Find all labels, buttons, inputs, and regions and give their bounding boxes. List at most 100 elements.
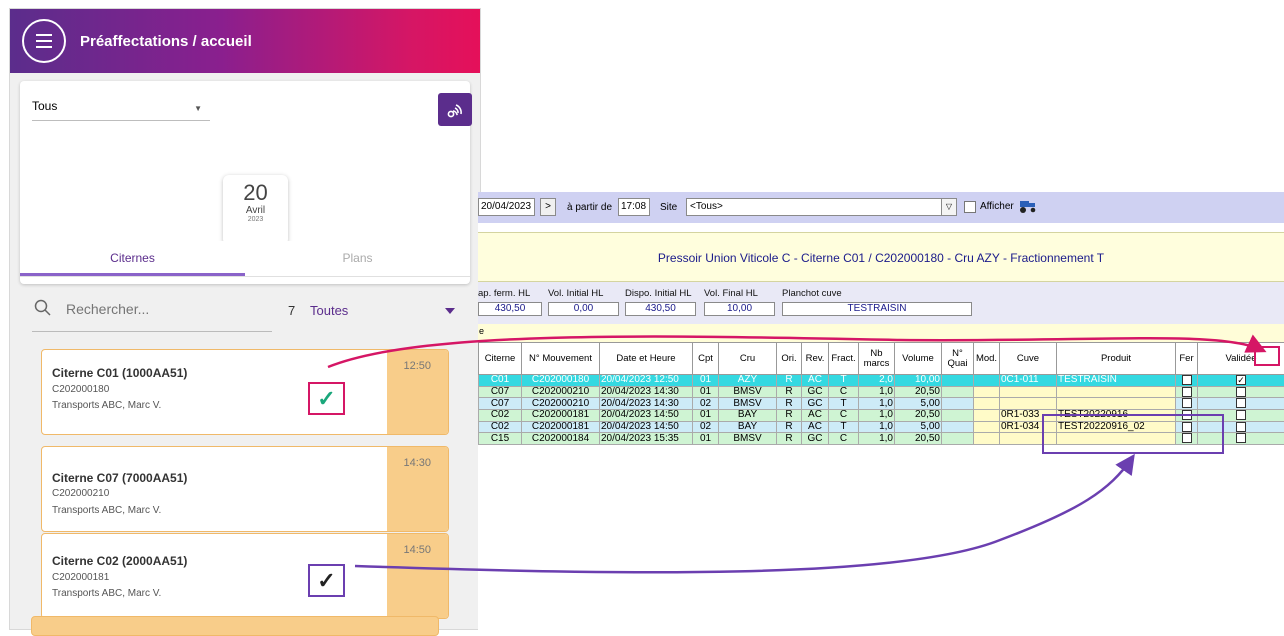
list-item[interactable]: 12:50 Citerne C01 (1000AA51) C202000180 …: [41, 349, 449, 435]
column-header[interactable]: N° Mouvement: [522, 343, 600, 375]
validated-checkbox[interactable]: [1236, 398, 1246, 408]
table-cell-ori: R: [777, 386, 802, 398]
table-cell-quai: [942, 386, 974, 398]
field-value[interactable]: 430,50: [625, 302, 696, 316]
toolbar: 20/04/2023 > à partir de 17:08 Site <Tou…: [478, 192, 1284, 223]
column-header[interactable]: Volume: [895, 343, 942, 375]
date-badge[interactable]: 20 Avril 2023: [223, 175, 288, 245]
table-cell-produit: [1057, 386, 1176, 398]
validated-check-icon[interactable]: ✓: [308, 382, 345, 415]
table-cell-ori: R: [777, 421, 802, 433]
caret-down-icon: ▼: [194, 104, 202, 113]
column-header[interactable]: Nb marcs: [859, 343, 895, 375]
tab-citernes[interactable]: Citernes: [20, 241, 245, 276]
table-cell-citerne: C01: [479, 375, 522, 387]
list-item[interactable]: 14:30 Citerne C07 (7000AA51) C202000210 …: [41, 446, 449, 532]
field-value[interactable]: TESTRAISIN: [782, 302, 972, 316]
list-item[interactable]: 14:50 Citerne C02 (2000AA51) C202000181 …: [41, 533, 449, 619]
table-header: Citerne N° Mouvement Date et Heure Cpt C…: [479, 343, 1284, 375]
highlight-box: [1254, 346, 1280, 366]
field-label: ap. ferm. HL: [478, 288, 530, 299]
table-cell-volume: 20,50: [895, 386, 942, 398]
table-cell-citerne: C02: [479, 409, 522, 421]
table-cell-rev: AC: [802, 375, 829, 387]
status-filter-select[interactable]: Toutes: [310, 303, 348, 318]
table-cell-mod: [974, 409, 1000, 421]
table-cell-volume: 20,50: [895, 433, 942, 445]
table-cell-fract: T: [829, 421, 859, 433]
column-header[interactable]: Fract.: [829, 343, 859, 375]
table-row[interactable]: C07C20200021020/04/2023 14:3002BMSVRGCT1…: [479, 398, 1284, 410]
caret-down-icon[interactable]: [445, 308, 455, 314]
table-cell-cpt: 02: [693, 398, 719, 410]
column-header[interactable]: Cpt: [693, 343, 719, 375]
list-item[interactable]: [31, 616, 439, 636]
field-value[interactable]: 10,00: [704, 302, 775, 316]
mobile-app-window: Préaffectations / accueil Tous ▼ 20 Avri…: [9, 8, 481, 630]
column-header[interactable]: Cuve: [1000, 343, 1057, 375]
field-label: Planchot cuve: [782, 288, 842, 299]
table-cell-cuve: 0C1-011: [1000, 375, 1057, 387]
table-cell-cru: AZY: [719, 375, 777, 387]
next-day-button[interactable]: >: [540, 198, 556, 216]
validated-checkbox[interactable]: [1236, 410, 1246, 420]
table-row[interactable]: C07C20200021020/04/2023 14:3001BMSVRGCC1…: [479, 386, 1284, 398]
rfid-scan-button[interactable]: [438, 93, 472, 126]
table-cell-mouvement: C202000181: [522, 409, 600, 421]
column-header[interactable]: Fer: [1176, 343, 1198, 375]
column-header[interactable]: Rev.: [802, 343, 829, 375]
column-header[interactable]: Citerne: [479, 343, 522, 375]
table-cell-quai: [942, 409, 974, 421]
field-label: Vol. Initial HL: [548, 288, 603, 299]
column-header[interactable]: Mod.: [974, 343, 1000, 375]
table-cell-cru: BAY: [719, 409, 777, 421]
fer-checkbox[interactable]: [1182, 387, 1192, 397]
table-cell-validee: ✓: [1198, 375, 1284, 387]
search-input[interactable]: [66, 301, 266, 317]
validated-checkbox[interactable]: [1236, 433, 1246, 443]
table-cell-rev: AC: [802, 421, 829, 433]
validated-checkbox[interactable]: [1236, 422, 1246, 432]
page-title: Préaffectations / accueil: [80, 33, 252, 50]
table-cell-mouvement: C202000180: [522, 375, 600, 387]
table-cell-date: 20/04/2023 14:50: [600, 421, 693, 433]
filter-select[interactable]: Tous ▼: [32, 99, 210, 121]
column-header[interactable]: N° Quai: [942, 343, 974, 375]
field-value[interactable]: 0,00: [548, 302, 619, 316]
date-input[interactable]: 20/04/2023: [478, 198, 535, 216]
validated-checkbox[interactable]: [1236, 387, 1246, 397]
menu-button[interactable]: [22, 19, 66, 63]
column-header[interactable]: Cru: [719, 343, 777, 375]
column-header[interactable]: Produit: [1057, 343, 1176, 375]
time-input[interactable]: 17:08: [618, 198, 650, 216]
validated-check-icon[interactable]: ✓: [308, 564, 345, 597]
column-header[interactable]: Date et Heure: [600, 343, 693, 375]
table-cell-ori: R: [777, 375, 802, 387]
show-checkbox[interactable]: [964, 201, 976, 213]
dropdown-arrow-icon[interactable]: ▽: [941, 198, 957, 216]
table-cell-fer: [1176, 386, 1198, 398]
fer-checkbox[interactable]: [1182, 398, 1192, 408]
table-cell-mod: [974, 375, 1000, 387]
table-cell-cpt: 01: [693, 386, 719, 398]
table-cell-marcs: 1,0: [859, 398, 895, 410]
field-value[interactable]: 430,50: [478, 302, 542, 316]
tab-plans[interactable]: Plans: [245, 241, 470, 276]
tractor-icon[interactable]: [1018, 198, 1038, 214]
table-cell-ori: R: [777, 398, 802, 410]
table-cell-cpt: 01: [693, 433, 719, 445]
column-header[interactable]: Ori.: [777, 343, 802, 375]
table-cell-rev: GC: [802, 398, 829, 410]
card-title: Citerne C01 (1000AA51): [52, 366, 187, 380]
search-underline: [32, 331, 272, 332]
fer-checkbox[interactable]: [1182, 375, 1192, 385]
card-transport: Transports ABC, Marc V.: [52, 588, 161, 599]
site-select[interactable]: <Tous>: [686, 198, 954, 216]
table-row[interactable]: C01C20200018020/04/2023 12:5001AZYRACT2,…: [479, 375, 1284, 387]
table-cell-rev: GC: [802, 433, 829, 445]
card-mouvement: C202000180: [52, 384, 109, 395]
nfc-wave-icon: [446, 101, 464, 119]
table-cell-produit: [1057, 398, 1176, 410]
card-title: Citerne C07 (7000AA51): [52, 471, 187, 485]
validated-checkbox[interactable]: ✓: [1236, 375, 1246, 385]
